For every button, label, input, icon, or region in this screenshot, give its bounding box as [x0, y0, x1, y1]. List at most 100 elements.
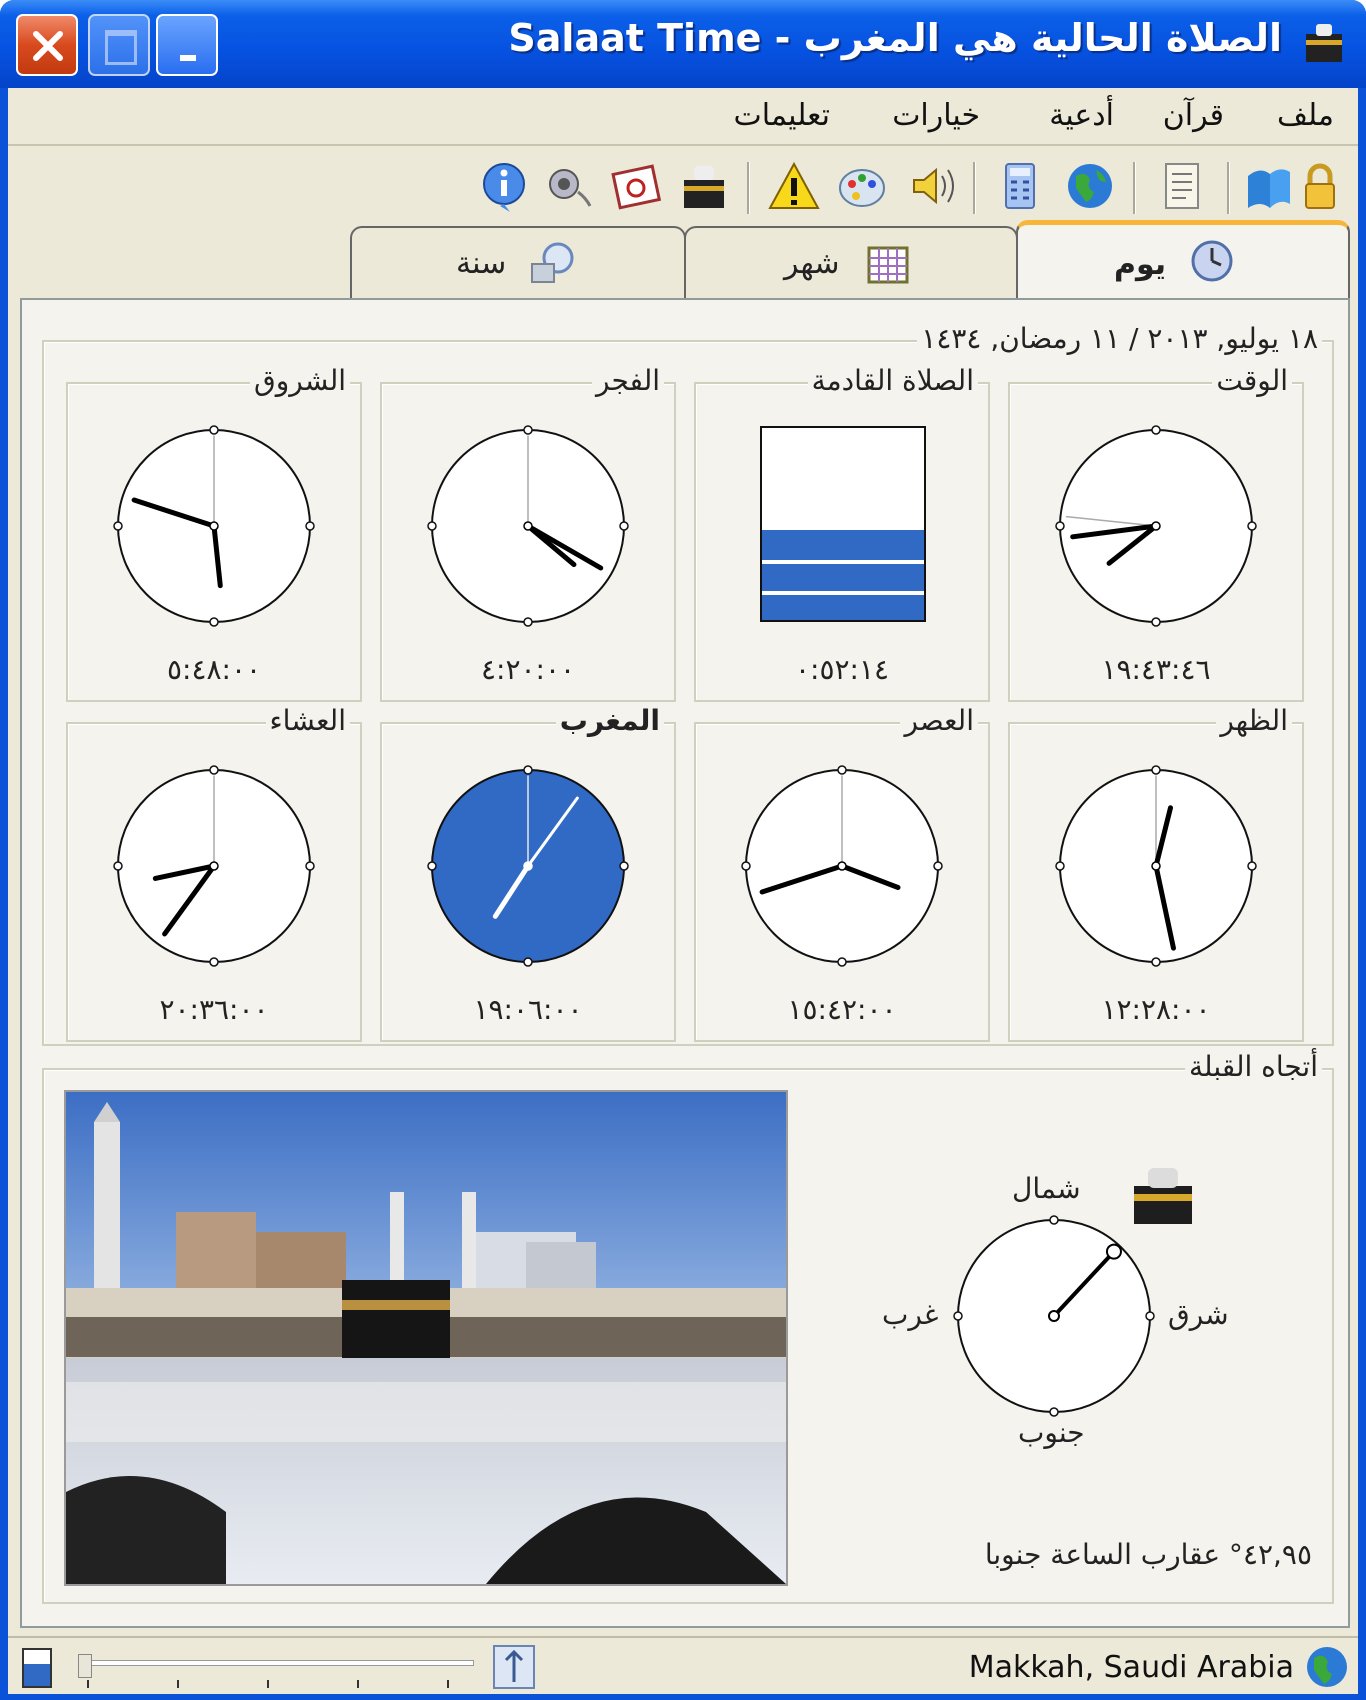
clock-tick: [1055, 521, 1065, 531]
clock-tick: [933, 861, 943, 871]
compass-south-label: جنوب: [1018, 1416, 1085, 1449]
menu-bar: ملف قرآن أدعية خيارات تعليمات: [8, 88, 1358, 146]
title-bar[interactable]: Salaat Time - الصلاة الحالية هي المغرب: [0, 0, 1366, 88]
clock-time: ٤:٢٠:٠٠: [480, 653, 576, 686]
clock-tick: [1247, 521, 1257, 531]
clock-tick: [1151, 617, 1161, 627]
clock-center: [523, 521, 533, 531]
calendar-alarm-icon[interactable]: [608, 158, 664, 214]
clock-tick: [1151, 765, 1161, 775]
clock-title: المغرب: [555, 704, 664, 737]
clock-center: [1151, 861, 1161, 871]
clock-tick: [209, 957, 219, 967]
status-indicator: [22, 1648, 52, 1688]
toolbar: [8, 148, 1358, 228]
tab-year[interactable]: سنة: [350, 226, 686, 298]
globe-icon[interactable]: [1062, 158, 1118, 214]
app-window: Salaat Time - الصلاة الحالية هي المغرب م…: [0, 0, 1366, 1700]
date-title: ١٨ يوليو, ٢٠١٣ / ١١ رمضان, ١٤٣٤: [917, 322, 1322, 355]
analog-clock: [741, 765, 943, 967]
tab-month[interactable]: شهر: [684, 226, 1018, 298]
speaker-icon[interactable]: [904, 158, 960, 214]
clock-box-sunrise: الشروق ٥:٤٨:٠٠: [66, 364, 362, 702]
calculator-icon[interactable]: [992, 158, 1048, 214]
clock-title: الشروق: [250, 364, 350, 397]
clock-tick: [1247, 861, 1257, 871]
clock-time: ١٩:٠٦:٠٠: [473, 993, 583, 1026]
info-icon[interactable]: [476, 158, 532, 214]
clock-tick: [427, 861, 437, 871]
warning-icon[interactable]: [766, 158, 822, 214]
maximize-button[interactable]: [88, 14, 150, 76]
menu-quran[interactable]: قرآن: [1163, 98, 1224, 133]
kaaba-icon[interactable]: [676, 158, 732, 214]
tab-day[interactable]: يوم: [1016, 220, 1350, 302]
clock-box-next-prayer: الصلاة القادمة ٠:٥٢:١٤: [694, 364, 990, 702]
date-group: ١٨ يوليو, ٢٠١٣ / ١١ رمضان, ١٤٣٤ الوقت ١٩…: [42, 322, 1334, 1046]
clock-tick: [1145, 1311, 1155, 1321]
status-bar: Makkah, Saudi Arabia: [8, 1636, 1358, 1696]
clock-center: [209, 521, 219, 531]
menu-file[interactable]: ملف: [1277, 98, 1334, 133]
clock-tick: [113, 521, 123, 531]
clock-tick: [1151, 425, 1161, 435]
toolbar-separator: [747, 162, 750, 214]
clock-time: ١٥:٤٢:٠٠: [787, 993, 897, 1026]
clock-tick: [305, 521, 315, 531]
clock-time: ١٢:٢٨:٠٠: [1101, 993, 1211, 1026]
clock-title: العصر: [900, 704, 978, 737]
menu-options[interactable]: خيارات: [892, 98, 980, 133]
status-location: Makkah, Saudi Arabia: [968, 1650, 1294, 1685]
clock-box-maghrib: المغرب ١٩:٠٦:٠٠: [380, 704, 676, 1042]
clock-box-time: الوقت ١٩:٤٣:٤٦: [1008, 364, 1304, 702]
clock-box-dhuhr: الظهر ١٢:٢٨:٠٠: [1008, 704, 1304, 1042]
clock-time: ١٩:٤٣:٤٦: [1101, 653, 1211, 686]
clock-box-isha: العشاء ٢٠:٣٦:٠٠: [66, 704, 362, 1042]
day-panel: ١٨ يوليو, ٢٠١٣ / ١١ رمضان, ١٤٣٤ الوقت ١٩…: [20, 298, 1350, 1628]
clock-box-asr: العصر ١٥:٤٢:٠٠: [694, 704, 990, 1042]
tab-year-label: سنة: [456, 246, 507, 281]
clock-tick: [741, 861, 751, 871]
qibla-title: أتجاه القبلة: [1185, 1050, 1322, 1083]
volume-slider[interactable]: [78, 1654, 478, 1688]
clock-tick: [523, 617, 533, 627]
clock-title: العشاء: [265, 704, 350, 737]
tasbih-icon[interactable]: [492, 1644, 536, 1690]
clock-tick: [1049, 1215, 1059, 1225]
clock-tick: [209, 617, 219, 627]
analog-clock: [113, 765, 315, 967]
close-button[interactable]: [16, 14, 78, 76]
qibla-group: أتجاه القبلة شمال جنوب شرق غرب ٤٢,٩٥° عق…: [42, 1050, 1334, 1604]
kaaba-photo: [64, 1090, 788, 1586]
year-icon: [531, 242, 574, 283]
clock-time: ٢٠:٣٦:٠٠: [159, 993, 269, 1026]
compass-east-label: شرق: [1168, 1298, 1229, 1331]
notepad-icon[interactable]: [1154, 158, 1210, 214]
analog-clock: [427, 425, 629, 627]
clock-center: [837, 861, 847, 871]
compass-west-label: غرب: [882, 1298, 939, 1331]
minimize-button[interactable]: [156, 14, 218, 76]
clock-tick: [113, 861, 123, 871]
clock-tick: [953, 1311, 963, 1321]
lock-icon[interactable]: [1292, 158, 1348, 214]
palette-icon[interactable]: [834, 158, 890, 214]
close-icon: [33, 31, 63, 61]
clock-tick: [523, 765, 533, 775]
clock-tick: [1055, 861, 1065, 871]
clock-box-fajr: الفجر ٤:٢٠:٠٠: [380, 364, 676, 702]
next-prayer-progress: [760, 426, 926, 622]
menu-help[interactable]: تعليمات: [733, 98, 830, 133]
sound-icon[interactable]: [542, 158, 598, 214]
toolbar-separator: [973, 162, 976, 214]
menu-supplications[interactable]: أدعية: [1049, 98, 1114, 133]
clock-tick: [1049, 1407, 1059, 1417]
clock-center: [1151, 521, 1161, 531]
analog-clock: [113, 425, 315, 627]
clock-tick: [619, 861, 629, 871]
clock-tick: [427, 521, 437, 531]
clock-center: [523, 861, 533, 871]
book-icon[interactable]: [1240, 158, 1296, 214]
clock-title: الوقت: [1212, 364, 1292, 397]
analog-clock: [427, 765, 629, 967]
